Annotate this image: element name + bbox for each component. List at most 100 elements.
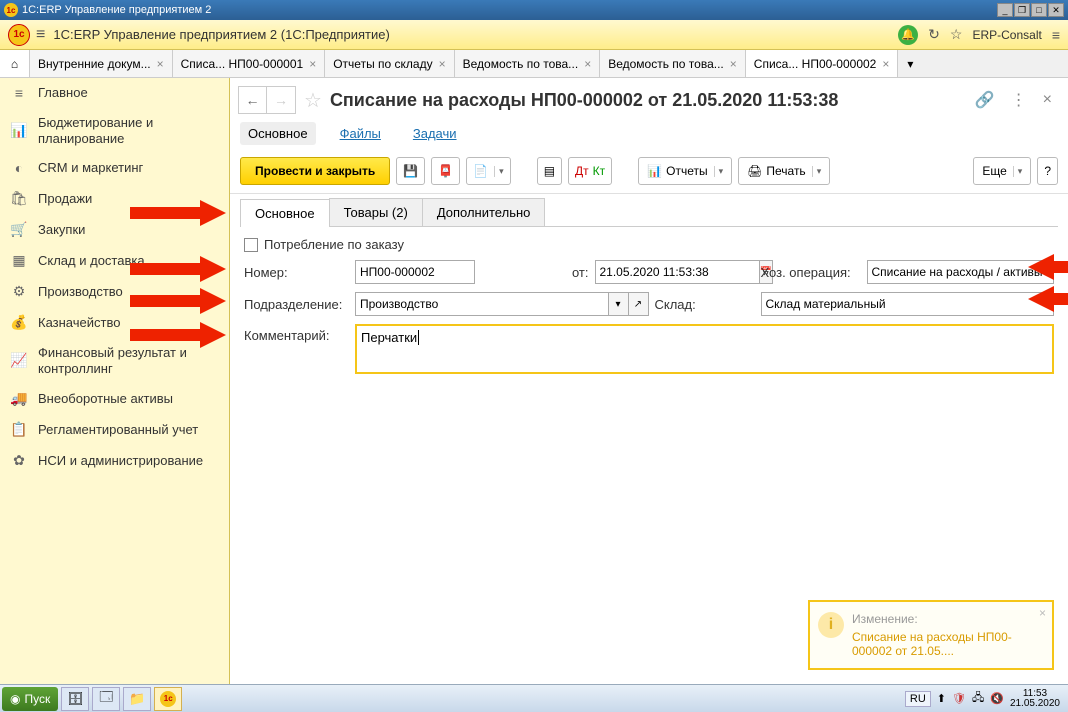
operation-field[interactable] (867, 260, 1055, 284)
close-icon[interactable]: × (157, 57, 164, 71)
date-field[interactable] (595, 260, 760, 284)
notifications-button[interactable]: 🔔 (898, 25, 918, 45)
post-button[interactable]: 📮 (431, 157, 460, 185)
window-title: 1C:ERP Управление предприятием 2 (22, 4, 997, 16)
notification-body[interactable]: Списание на расходы НП00-000002 от 21.05… (852, 630, 1042, 658)
tab-writeoff-1[interactable]: Списа... НП00-000001× (173, 50, 326, 77)
debit-credit-button[interactable]: ДтКт (568, 157, 612, 185)
money-icon: 💰 (10, 314, 28, 331)
close-icon[interactable]: × (730, 57, 737, 71)
subnav-tasks[interactable]: Задачи (405, 122, 465, 145)
tab-goods-register-2[interactable]: Ведомость по това...× (600, 50, 746, 77)
tab-stock-reports[interactable]: Отчеты по складу× (325, 50, 454, 77)
app-icon: 1c (4, 3, 18, 17)
truck-icon: 🚚 (10, 390, 28, 407)
number-field[interactable] (355, 260, 475, 284)
sidebar-item-warehouse[interactable]: ▦Склад и доставка (0, 245, 229, 276)
link-icon[interactable]: 🔗 (971, 90, 999, 110)
sidebar-item-treasury[interactable]: 💰Казначейство (0, 307, 229, 338)
form-tabs: Основное Товары (2) Дополнительно (240, 198, 1058, 227)
more-icon[interactable]: ⋮ (1007, 90, 1031, 110)
back-button[interactable]: ← (239, 87, 267, 113)
erp-consult-link[interactable]: ERP-Consalt (972, 28, 1041, 42)
app-title: 1C:ERP Управление предприятием 2 (1С:Пре… (53, 27, 898, 42)
tab-internal-docs[interactable]: Внутренние докум...× (30, 50, 173, 77)
create-based-button[interactable]: 📄▾ (466, 157, 510, 185)
print-button[interactable]: 🖨 Печать▾ (738, 157, 830, 185)
tabs-overflow-button[interactable]: ▾ (898, 50, 922, 77)
sidebar-item-regulated[interactable]: 📋Регламентированный учет (0, 414, 229, 445)
inner-tab-extra[interactable]: Дополнительно (422, 198, 546, 226)
save-button[interactable]: 💾 (396, 157, 425, 185)
reports-button[interactable]: 📊 Отчеты▾ (638, 157, 732, 185)
maximize-button[interactable]: □ (1031, 3, 1047, 17)
department-field[interactable] (355, 292, 609, 316)
post-and-close-button[interactable]: Провести и закрыть (240, 157, 390, 185)
tray-sound-icon[interactable]: 🔇 (990, 692, 1004, 705)
sidebar-item-crm[interactable]: ◐CRM и маркетинг (0, 153, 229, 183)
bag-icon: 🛍 (10, 190, 28, 207)
restore-button[interactable]: ❐ (1014, 3, 1030, 17)
comment-field[interactable]: Перчатки (355, 324, 1054, 374)
settings-menu-icon[interactable]: ≡ (1052, 27, 1060, 43)
forward-button[interactable]: → (267, 87, 295, 113)
sidebar-item-assets[interactable]: 🚚Внеоборотные активы (0, 383, 229, 414)
tray-network-icon[interactable]: 🖧 (972, 689, 984, 708)
system-clock[interactable]: 11:53 21.05.2020 (1010, 689, 1060, 709)
taskbar-app-3[interactable]: 📁 (123, 687, 151, 711)
start-button[interactable]: ◉ Пуск (2, 687, 58, 711)
sidebar-item-purchases[interactable]: 🛒Закупки (0, 214, 229, 245)
language-indicator[interactable]: RU (905, 691, 931, 707)
tray-shield-icon[interactable]: 🛡 (952, 692, 966, 705)
tab-writeoff-2[interactable]: Списа... НП00-000002× (746, 50, 899, 77)
gear-icon: ⚙ (10, 283, 28, 300)
tray-icon[interactable]: ⬆ (937, 692, 946, 705)
document-tabbar: ⌂ Внутренние докум...× Списа... НП00-000… (0, 50, 1068, 78)
taskbar-app-2[interactable]: 🗔 (92, 687, 120, 711)
inner-tab-goods[interactable]: Товары (2) (329, 198, 423, 226)
subnav-main[interactable]: Основное (240, 122, 316, 145)
department-label: Подразделение: (244, 297, 349, 312)
sidebar-item-admin[interactable]: ✿НСИ и администрирование (0, 445, 229, 476)
favorite-toggle[interactable]: ☆ (304, 88, 322, 113)
windows-taskbar: ◉ Пуск 🗄 🗔 📁 1c RU ⬆ 🛡 🖧 🔇 11:53 21.05.2… (0, 684, 1068, 712)
sub-nav: Основное Файлы Задачи (230, 118, 1068, 153)
sidebar-item-production[interactable]: ⚙Производство (0, 276, 229, 307)
taskbar-app-1c[interactable]: 1c (154, 687, 182, 711)
notification-close[interactable]: × (1039, 606, 1046, 620)
consume-by-order-checkbox[interactable] (244, 238, 258, 252)
sidebar-item-budgeting[interactable]: 📊Бюджетирование и планирование (0, 108, 229, 153)
help-button[interactable]: ? (1037, 157, 1058, 185)
more-button[interactable]: Еще▾ (973, 157, 1031, 185)
sidebar-item-finance[interactable]: 📈Финансовый результат и контроллинг (0, 338, 229, 383)
department-open[interactable]: ↗ (629, 292, 649, 316)
close-document-button[interactable]: × (1039, 91, 1056, 109)
history-icon[interactable]: ↻ (928, 26, 940, 43)
chart-icon: 📊 (10, 122, 28, 139)
bar-icon: 📈 (10, 352, 28, 369)
comment-label: Комментарий: (244, 324, 349, 374)
sidebar-item-main[interactable]: ≡Главное (0, 78, 229, 108)
inner-tab-main[interactable]: Основное (240, 199, 330, 227)
notification-title: Изменение: (852, 612, 1042, 626)
department-dropdown[interactable]: ▾ (609, 292, 629, 316)
operation-label: Хоз. операция: (761, 265, 861, 280)
close-icon[interactable]: × (584, 57, 591, 71)
close-icon[interactable]: × (309, 57, 316, 71)
main-menu-button[interactable]: ≡ (36, 26, 45, 44)
warehouse-field[interactable] (761, 292, 1055, 316)
favorite-star-icon[interactable]: ☆ (950, 26, 963, 43)
minimize-button[interactable]: _ (997, 3, 1013, 17)
subnav-files[interactable]: Файлы (332, 122, 389, 145)
close-window-button[interactable]: ✕ (1048, 3, 1064, 17)
structure-button[interactable]: ▤ (537, 157, 562, 185)
window-titlebar: 1c 1C:ERP Управление предприятием 2 _ ❐ … (0, 0, 1068, 20)
home-tab[interactable]: ⌂ (0, 50, 30, 77)
close-icon[interactable]: × (882, 57, 889, 71)
tab-goods-register-1[interactable]: Ведомость по това...× (455, 50, 601, 77)
taskbar-app-1[interactable]: 🗄 (61, 687, 89, 711)
grid-icon: ▦ (10, 252, 28, 269)
section-sidebar: ≡Главное 📊Бюджетирование и планирование … (0, 78, 230, 684)
close-icon[interactable]: × (439, 57, 446, 71)
sidebar-item-sales[interactable]: 🛍Продажи (0, 183, 229, 214)
